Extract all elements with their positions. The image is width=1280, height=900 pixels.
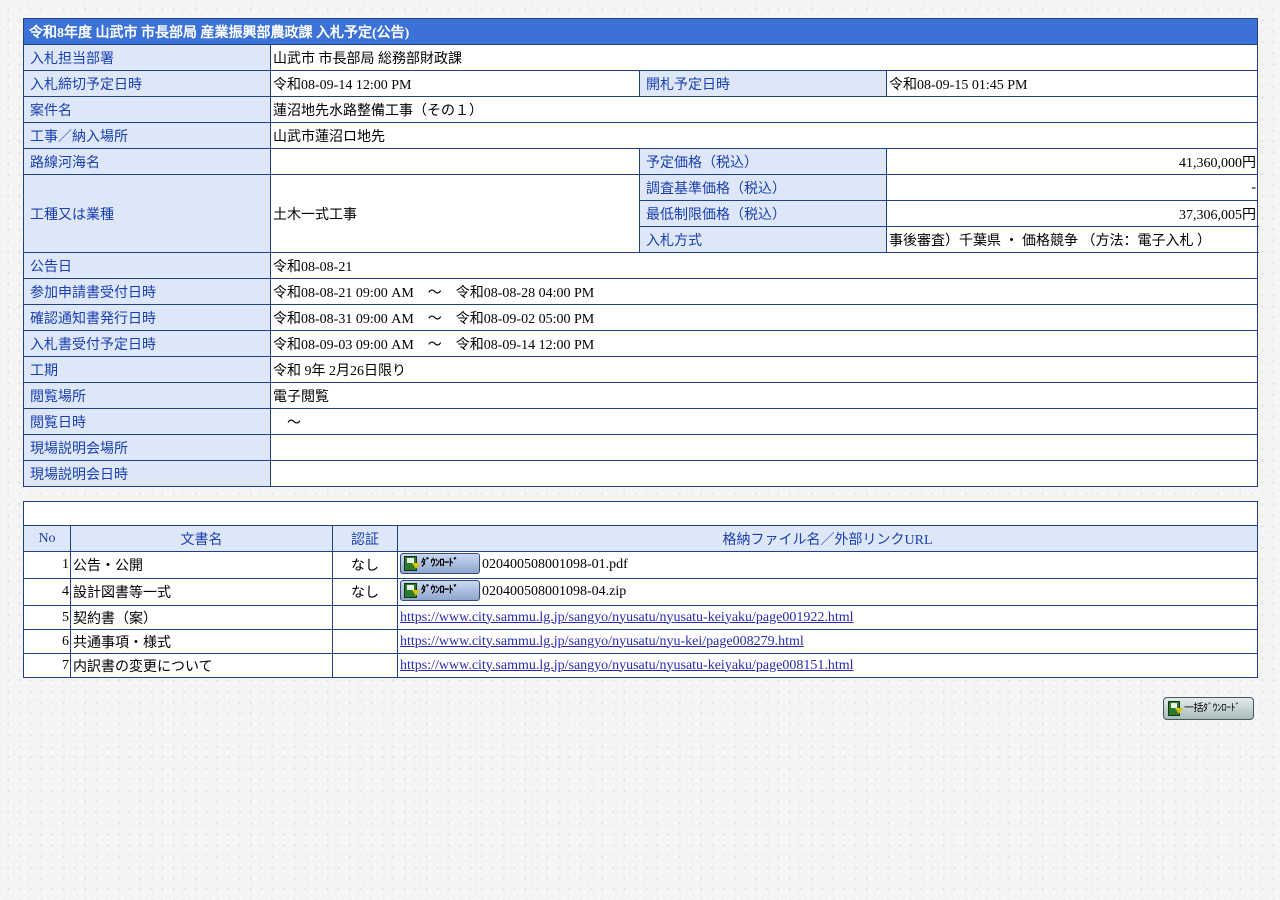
table-row: 5 契約書（案） https://www.city.sammu.lg.jp/sa… (23, 605, 1258, 630)
table-row: 4 設計図書等一式 なし ﾀﾞｳﾝﾛｰﾄﾞ 020400508001098-04… (23, 578, 1258, 606)
survey-price-label: 調査基準価格（税込） (639, 174, 887, 201)
application-label: 参加申請書受付日時 (23, 278, 271, 305)
documents-table: 説明文書等 No 文書名 認証 格納ファイル名／外部リンクURL 1 公告・公開… (23, 501, 1258, 678)
col-header-no: No (23, 525, 71, 552)
table-row: 1 公告・公開 なし ﾀﾞｳﾝﾛｰﾄﾞ 020400508001098-01.p… (23, 551, 1258, 579)
period-value: 令和 9年 2月26日限り (269, 356, 1259, 383)
download-button[interactable]: ﾀﾞｳﾝﾛｰﾄﾞ (400, 580, 480, 601)
bulk-download-button[interactable]: 一括ﾀﾞｳﾝﾛｰﾄﾞ (1163, 697, 1254, 720)
download-arrow-icon (1175, 708, 1183, 714)
opening-value: 令和08-09-15 01:45 PM (885, 70, 1259, 97)
min-price-label: 最低制限価格（税込） (639, 200, 887, 227)
doc-external-link[interactable]: https://www.city.sammu.lg.jp/sangyo/nyus… (400, 658, 854, 673)
method-value: 事後審査）千葉県 ・ 価格競争 （方法：電子入札 ） (885, 226, 1259, 253)
doc-auth (332, 629, 398, 654)
viewing-place-value: 電子閲覧 (269, 382, 1259, 409)
doc-file-cell: ﾀﾞｳﾝﾛｰﾄﾞ 020400508001098-04.zip (397, 578, 1258, 606)
table-row: 7 内訳書の変更について https://www.city.sammu.lg.j… (23, 653, 1258, 678)
doc-no: 7 (23, 653, 71, 678)
min-price-value: 37,306,005円 (885, 200, 1259, 227)
site-briefing-time-label: 現場説明会日時 (23, 460, 271, 487)
doc-file-cell: ﾀﾞｳﾝﾛｰﾄﾞ 020400508001098-01.pdf (397, 551, 1258, 579)
route-label: 路線河海名 (23, 148, 271, 175)
planned-price-label: 予定価格（税込） (639, 148, 887, 175)
doc-link-cell: https://www.city.sammu.lg.jp/sangyo/nyus… (397, 653, 1258, 678)
planned-price-value: 41,360,000円 (885, 148, 1259, 175)
col-header-auth: 認証 (332, 525, 398, 552)
application-value: 令和08-08-21 09:00 AM ～ 令和08-08-28 04:00 P… (269, 278, 1259, 305)
dept-value: 山武市 市長部局 総務部財政課 (269, 44, 1259, 71)
doc-link-cell: https://www.city.sammu.lg.jp/sangyo/nyus… (397, 605, 1258, 630)
place-label: 工事／納入場所 (23, 122, 271, 149)
dept-label: 入札担当部署 (23, 44, 271, 71)
site-briefing-time-value (269, 460, 1259, 487)
viewing-place-label: 閲覧場所 (23, 382, 271, 409)
doc-no: 1 (23, 551, 71, 579)
doc-no: 5 (23, 605, 71, 630)
project-value: 蓮沼地先水路整備工事（その１） (269, 96, 1259, 123)
doc-file-name: 020400508001098-04.zip (482, 584, 627, 600)
download-button-label: ﾀﾞｳﾝﾛｰﾄﾞ (421, 558, 459, 569)
confirmation-label: 確認通知書発行日時 (23, 304, 271, 331)
doc-auth: なし (332, 578, 398, 606)
doc-external-link[interactable]: https://www.city.sammu.lg.jp/sangyo/nyus… (400, 610, 854, 625)
place-value: 山武市蓮沼ロ地先 (269, 122, 1259, 149)
bid-info-table: 令和8年度 山武市 市長部局 産業振興部農政課 入札予定(公告) 入札担当部署 … (22, 18, 1259, 487)
confirmation-value: 令和08-08-31 09:00 AM ～ 令和08-09-02 05:00 P… (269, 304, 1259, 331)
bid-info-title: 令和8年度 山武市 市長部局 産業振興部農政課 入札予定(公告) (22, 18, 1259, 45)
doc-file-name: 020400508001098-01.pdf (482, 557, 628, 573)
col-header-file: 格納ファイル名／外部リンクURL (397, 525, 1258, 552)
download-arrow-icon (412, 590, 420, 596)
notice-date-label: 公告日 (23, 252, 271, 279)
survey-price-value: - (885, 174, 1259, 201)
download-button-label: ﾀﾞｳﾝﾛｰﾄﾞ (421, 585, 459, 596)
doc-name: 契約書（案） (70, 605, 333, 630)
deadline-label: 入札締切予定日時 (23, 70, 271, 97)
bid-receipt-label: 入札書受付予定日時 (23, 330, 271, 357)
work-type-value: 土木一式工事 (270, 174, 640, 253)
col-header-name: 文書名 (70, 525, 333, 552)
table-row: 6 共通事項・様式 https://www.city.sammu.lg.jp/s… (23, 629, 1258, 654)
doc-name: 公告・公開 (70, 551, 333, 579)
deadline-value: 令和08-09-14 12:00 PM (270, 70, 640, 97)
method-label: 入札方式 (639, 226, 887, 253)
doc-no: 6 (23, 629, 71, 654)
doc-auth (332, 653, 398, 678)
download-button[interactable]: ﾀﾞｳﾝﾛｰﾄﾞ (400, 553, 480, 574)
doc-name: 設計図書等一式 (70, 578, 333, 606)
viewing-time-label: 閲覧日時 (23, 408, 271, 435)
doc-link-cell: https://www.city.sammu.lg.jp/sangyo/nyus… (397, 629, 1258, 654)
opening-label: 開札予定日時 (639, 70, 887, 97)
work-type-label: 工種又は業種 (23, 174, 271, 253)
project-label: 案件名 (23, 96, 271, 123)
period-label: 工期 (23, 356, 271, 383)
download-arrow-icon (412, 563, 420, 569)
bulk-download-label: 一括ﾀﾞｳﾝﾛｰﾄﾞ (1184, 703, 1241, 714)
bid-receipt-value: 令和08-09-03 09:00 AM ～ 令和08-09-14 12:00 P… (269, 330, 1259, 357)
site-briefing-place-label: 現場説明会場所 (23, 434, 271, 461)
doc-name: 共通事項・様式 (70, 629, 333, 654)
documents-title: 説明文書等 (23, 501, 1258, 526)
doc-no: 4 (23, 578, 71, 606)
viewing-time-value: ～ (269, 408, 1259, 435)
doc-auth (332, 605, 398, 630)
doc-name: 内訳書の変更について (70, 653, 333, 678)
doc-auth: なし (332, 551, 398, 579)
notice-date-value: 令和08-08-21 (269, 252, 1259, 279)
route-value (270, 148, 640, 175)
site-briefing-place-value (269, 434, 1259, 461)
doc-external-link[interactable]: https://www.city.sammu.lg.jp/sangyo/nyus… (400, 634, 804, 649)
